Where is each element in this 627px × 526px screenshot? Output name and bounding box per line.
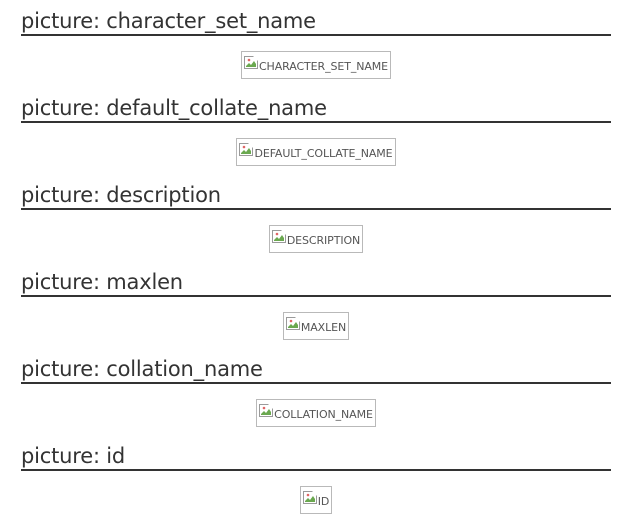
image-row: ID bbox=[21, 486, 611, 516]
image-row: DEFAULT_COLLATE_NAME bbox=[21, 138, 611, 168]
heading-text: picture: default_collate_name bbox=[21, 96, 327, 120]
image-row: DESCRIPTION bbox=[21, 225, 611, 255]
broken-image: MAXLEN bbox=[282, 312, 350, 340]
heading-text: picture: maxlen bbox=[21, 270, 183, 294]
broken-image-icon bbox=[243, 56, 260, 72]
image-row: CHARACTER_SET_NAME bbox=[21, 51, 611, 81]
heading-text: picture: collation_name bbox=[21, 357, 263, 381]
heading-text: picture: id bbox=[21, 444, 126, 468]
section-heading: picture: id bbox=[21, 435, 611, 471]
image-alt-text: DESCRIPTION bbox=[286, 234, 361, 247]
broken-image: CHARACTER_SET_NAME bbox=[240, 51, 392, 79]
section-heading: picture: collation_name bbox=[21, 348, 611, 384]
broken-image: DESCRIPTION bbox=[268, 225, 364, 253]
broken-image-icon bbox=[302, 491, 319, 507]
broken-image-icon bbox=[259, 404, 275, 420]
image-alt-text: DEFAULT_COLLATE_NAME bbox=[254, 147, 393, 160]
section-heading: picture: description bbox=[21, 174, 611, 210]
section-heading: picture: default_collate_name bbox=[21, 87, 611, 123]
broken-image-icon bbox=[285, 317, 302, 333]
section-heading: picture: maxlen bbox=[21, 261, 611, 297]
heading-text: picture: description bbox=[21, 183, 221, 207]
broken-image: ID bbox=[299, 486, 333, 514]
image-alt-text: ID bbox=[317, 495, 330, 508]
heading-text: picture: character_set_name bbox=[21, 9, 316, 33]
broken-image: COLLATION_NAME bbox=[256, 399, 376, 427]
broken-image: DEFAULT_COLLATE_NAME bbox=[236, 138, 396, 166]
image-alt-text: MAXLEN bbox=[300, 321, 347, 334]
image-row: COLLATION_NAME bbox=[21, 399, 611, 429]
image-alt-text: COLLATION_NAME bbox=[274, 408, 373, 421]
image-alt-text: CHARACTER_SET_NAME bbox=[258, 60, 389, 73]
broken-image-icon bbox=[271, 230, 288, 246]
broken-image-icon bbox=[239, 143, 255, 159]
section-heading: picture: character_set_name bbox=[21, 0, 611, 36]
image-row: MAXLEN bbox=[21, 312, 611, 342]
